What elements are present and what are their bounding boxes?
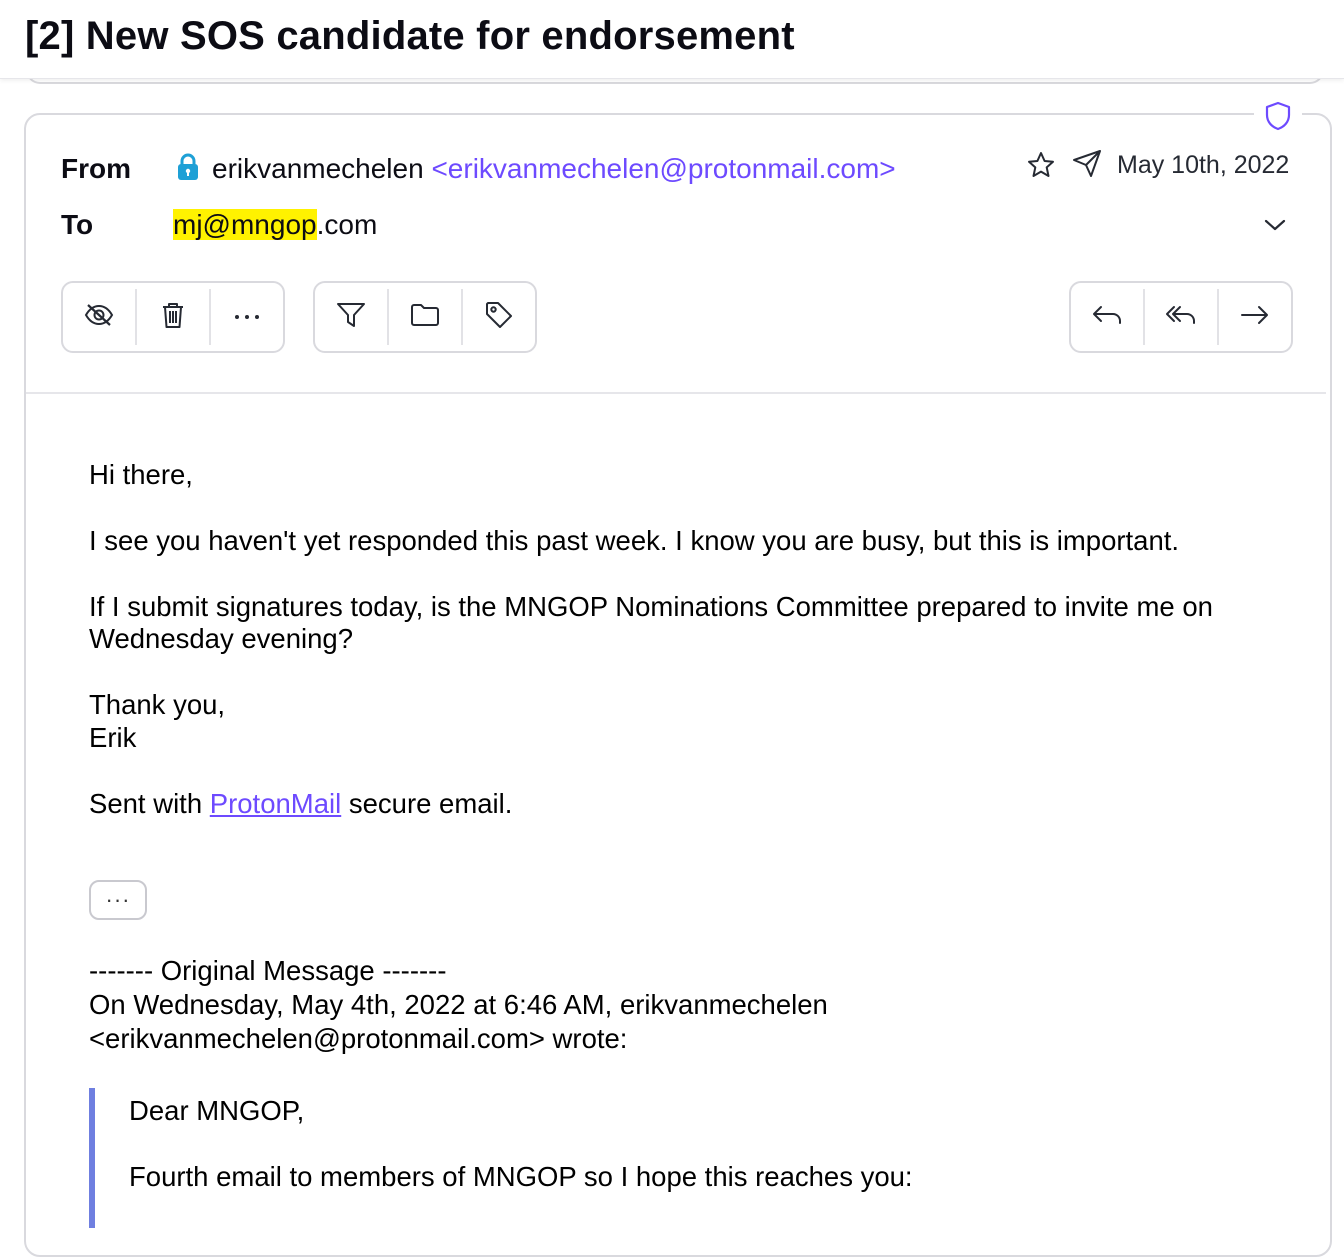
folder-icon: [410, 302, 440, 333]
blockquote-bar: [89, 1088, 95, 1228]
reply-all-button[interactable]: [1145, 289, 1219, 345]
subject-bar: [2] New SOS candidate for endorsement: [0, 0, 1344, 79]
chevron-down-icon[interactable]: [1258, 208, 1292, 242]
original-message-line-1: On Wednesday, May 4th, 2022 at 6:46 AM, …: [89, 989, 828, 1020]
sender[interactable]: erikvanmechelen <erikvanmechelen@protonm…: [212, 153, 896, 185]
show-original-button[interactable]: ···: [89, 880, 147, 920]
sent-prefix: Sent with: [89, 788, 210, 819]
shield-icon[interactable]: [1254, 96, 1302, 136]
lock-icon[interactable]: [175, 152, 201, 187]
filter-icon: [336, 301, 366, 334]
move-to-folder-button[interactable]: [389, 289, 463, 345]
reply-all-icon: [1165, 303, 1197, 332]
body-greeting: Hi there,: [89, 459, 193, 490]
to-label: To: [61, 209, 94, 240]
trash-icon: [160, 300, 186, 335]
filter-button[interactable]: [315, 289, 389, 345]
reply-icon: [1091, 303, 1123, 332]
sent-suffix: secure email.: [341, 788, 513, 819]
original-message-header: ------- Original Message -------: [89, 955, 447, 986]
recipient-domain: .com: [316, 209, 378, 240]
email-subject: [2] New SOS candidate for endorsement: [25, 14, 795, 58]
sender-address[interactable]: <erikvanmechelen@protonmail.com>: [431, 153, 895, 184]
toolbar-group-reply: [1069, 281, 1293, 353]
header-divider: [26, 392, 1326, 394]
recipient-highlight: mj@mngop: [173, 209, 317, 240]
from-label: From: [61, 153, 131, 184]
delete-button[interactable]: [137, 289, 211, 345]
quote-greeting: Dear MNGOP,: [129, 1095, 305, 1126]
tag-icon: [484, 300, 514, 335]
reply-button[interactable]: [1071, 289, 1145, 345]
forward-icon: [1239, 303, 1271, 332]
more-actions-button[interactable]: [211, 289, 283, 345]
mark-unread-button[interactable]: [63, 289, 137, 345]
body-paragraph-1: I see you haven't yet responded this pas…: [89, 525, 1180, 556]
paper-plane-icon: [1070, 146, 1104, 180]
star-icon[interactable]: [1024, 148, 1058, 182]
body-paragraph-2-line-1: If I submit signatures today, is the MNG…: [89, 591, 1213, 622]
forward-button[interactable]: [1219, 289, 1291, 345]
body-paragraph-2-line-2: Wednesday evening?: [89, 623, 353, 654]
toolbar-group-organize: [313, 281, 537, 353]
sent-with-line: Sent with ProtonMail secure email.: [89, 787, 512, 820]
ellipsis-icon: [233, 308, 261, 326]
quote-paragraph-1: Fourth email to members of MNGOP so I ho…: [129, 1161, 913, 1192]
original-message-line-2: <erikvanmechelen@protonmail.com> wrote:: [89, 1023, 628, 1054]
sender-name: erikvanmechelen: [212, 153, 424, 184]
message-date: May 10th, 2022: [1117, 151, 1290, 179]
eye-slash-icon: [83, 302, 115, 333]
label-button[interactable]: [463, 289, 535, 345]
toolbar-group-actions: [61, 281, 285, 353]
protonmail-link[interactable]: ProtonMail: [210, 788, 341, 819]
recipient[interactable]: mj@mngop.com: [173, 209, 377, 241]
body-closing: Thank you,: [89, 689, 226, 720]
body-signature: Erik: [89, 722, 137, 753]
